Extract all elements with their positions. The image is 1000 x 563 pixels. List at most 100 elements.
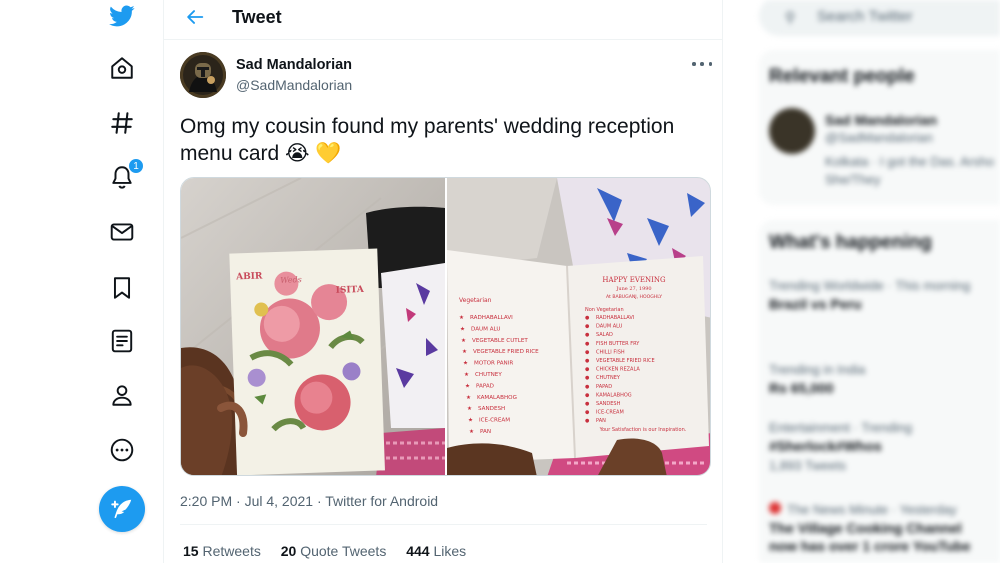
menu-item-marker: ● [585,315,590,321]
menu-item: RADHABALLAVI [470,315,513,321]
menu-item-marker: ● [585,392,590,398]
menu-item: PAN [480,429,491,435]
card-heading: HAPPY EVENING [602,276,666,284]
tweet-media[interactable]: ABIR Weds ISITA HAPPY EVENING June 27, 1… [180,177,711,476]
home-icon[interactable] [106,52,138,84]
menu-item: PAPAD [476,383,494,389]
menu-item-marker: ● [585,324,590,330]
menu-item: SALAD [596,332,613,338]
trend-topic[interactable]: Rs 65,000 [769,380,834,396]
menu-item-marker: ★ [469,428,474,435]
twitter-logo-icon[interactable] [106,0,138,32]
menu-item: DAUM ALU [471,326,501,332]
trend-topic[interactable]: Brazil vs Peru [769,296,862,312]
more-circle-icon[interactable] [106,434,138,466]
trend-context: Entertainment · Trending [769,420,913,435]
menu-item: RADHABALLAVI [596,315,634,321]
retweets-stat[interactable]: 15 Retweets [183,543,261,559]
card-footer: Your Satisfaction is our Inspiration. [599,427,687,433]
card-veg-title: Vegetarian [459,297,492,304]
relevant-handle: @SadMandalorian [825,130,933,145]
menu-item-marker: ★ [460,325,465,332]
menu-item: SANDESH [596,401,621,407]
search-input[interactable]: ⚲ Search Twitter [759,0,1000,36]
search-icon: ⚲ [785,9,796,25]
notification-badge: 1 [128,158,144,174]
menu-item: PAN [596,418,606,424]
card-place: At BABUGANJ, HOOGHLY [606,294,662,300]
header: Tweet [164,0,723,40]
search-placeholder: Search Twitter [817,8,913,25]
right-sidebar: ⚲ Search Twitter Relevant people Sad Man… [745,0,1000,563]
menu-card-inside-photo[interactable]: HAPPY EVENING June 27, 1990 At BABUGANJ,… [447,178,710,475]
menu-item: CHILLI FISH [596,349,625,355]
menu-item-marker: ★ [468,417,473,424]
relevant-avatar[interactable] [769,108,815,154]
menu-item-marker: ● [585,410,590,416]
more-options-icon[interactable] [692,56,712,72]
card-name-right: ISITA [336,285,365,296]
menu-item: PAPAD [596,384,612,390]
menu-item-marker: ★ [463,360,468,367]
explore-hashtag-icon[interactable] [106,107,138,139]
menu-item-marker: ● [585,332,590,338]
trend-topic[interactable]: now has over 1 crore YouTube [769,538,971,554]
bookmarks-icon[interactable] [106,272,138,304]
menu-item-marker: ● [585,349,590,355]
menu-item: KAMALABHOG [477,395,517,401]
main-column: Tweet Sad Mandalorian @SadMandalorian Om… [163,0,723,563]
author-avatar[interactable] [180,52,226,98]
menu-item-marker: ★ [464,371,469,378]
menu-item-marker: ● [585,367,590,373]
messages-envelope-icon[interactable] [106,216,138,248]
profile-icon[interactable] [106,379,138,411]
menu-item: KAMALABHOG [596,392,632,398]
menu-item-marker: ● [585,401,590,407]
author-name[interactable]: Sad Mandalorian [236,57,352,73]
lists-icon[interactable] [106,325,138,357]
relevant-bio: Kolkata · I got the Das. Arsho [825,154,995,169]
relevant-name[interactable]: Sad Mandalorian [825,112,937,128]
menu-item: CHICKEN REZALA [596,367,640,373]
author-handle[interactable]: @SadMandalorian [236,77,352,93]
card-date: June 27, 1990 [615,286,651,292]
compose-tweet-button[interactable] [99,486,145,532]
menu-card-front-photo[interactable]: ABIR Weds ISITA [181,178,445,475]
divider [180,524,707,525]
menu-item-marker: ● [585,384,590,390]
menu-item: SANDESH [478,406,505,412]
trend-context: Trending Worldwide · This morning [769,278,971,293]
menu-item-marker: ★ [461,337,466,344]
tweet-stats: 15 Retweets 20 Quote Tweets 444 Likes [183,543,482,559]
menu-item-marker: ● [585,375,590,381]
menu-item-marker: ★ [465,382,470,389]
tweet-timestamp[interactable]: 2:20 PM · Jul 4, 2021 · Twitter for Andr… [180,493,438,509]
whats-happening-title: What's happening [769,232,932,253]
menu-item: VEGETABLE CUTLET [472,338,528,344]
card-name-left: ABIR [235,271,263,282]
menu-item: CHUTNEY [596,375,621,381]
compose-feather-icon [111,499,132,519]
card-weds: Weds [280,275,302,285]
menu-item: DAUM ALU [596,324,623,330]
quote-tweets-stat[interactable]: 20 Quote Tweets [281,543,387,559]
menu-item: MOTOR PANIR [474,361,513,367]
menu-item-marker: ★ [462,348,467,355]
trend-topic[interactable]: #Sherlock#Whos [769,438,882,454]
menu-item: FISH BUTTER FRY [596,341,640,347]
likes-stat[interactable]: 444 Likes [406,543,466,559]
relevant-bio-2: She/They [825,172,881,187]
menu-item-marker: ● [585,341,590,347]
back-button[interactable] [182,4,208,30]
trend-topic[interactable]: The Village Cooking Channel [769,520,962,536]
trend-count: 1,893 Tweets [769,458,847,473]
back-arrow-icon [187,10,204,24]
news-source-icon [769,502,781,514]
trend-context: Trending in India [769,362,866,377]
menu-item-marker: ★ [459,314,464,321]
relevant-people-title: Relevant people [769,66,915,87]
notifications-bell-icon[interactable]: 1 [106,158,144,193]
menu-item: VEGETABLE FRIED RICE [473,349,539,355]
menu-item-marker: ★ [466,394,471,401]
card-nonveg-title: Non Vegetarian [585,307,624,313]
